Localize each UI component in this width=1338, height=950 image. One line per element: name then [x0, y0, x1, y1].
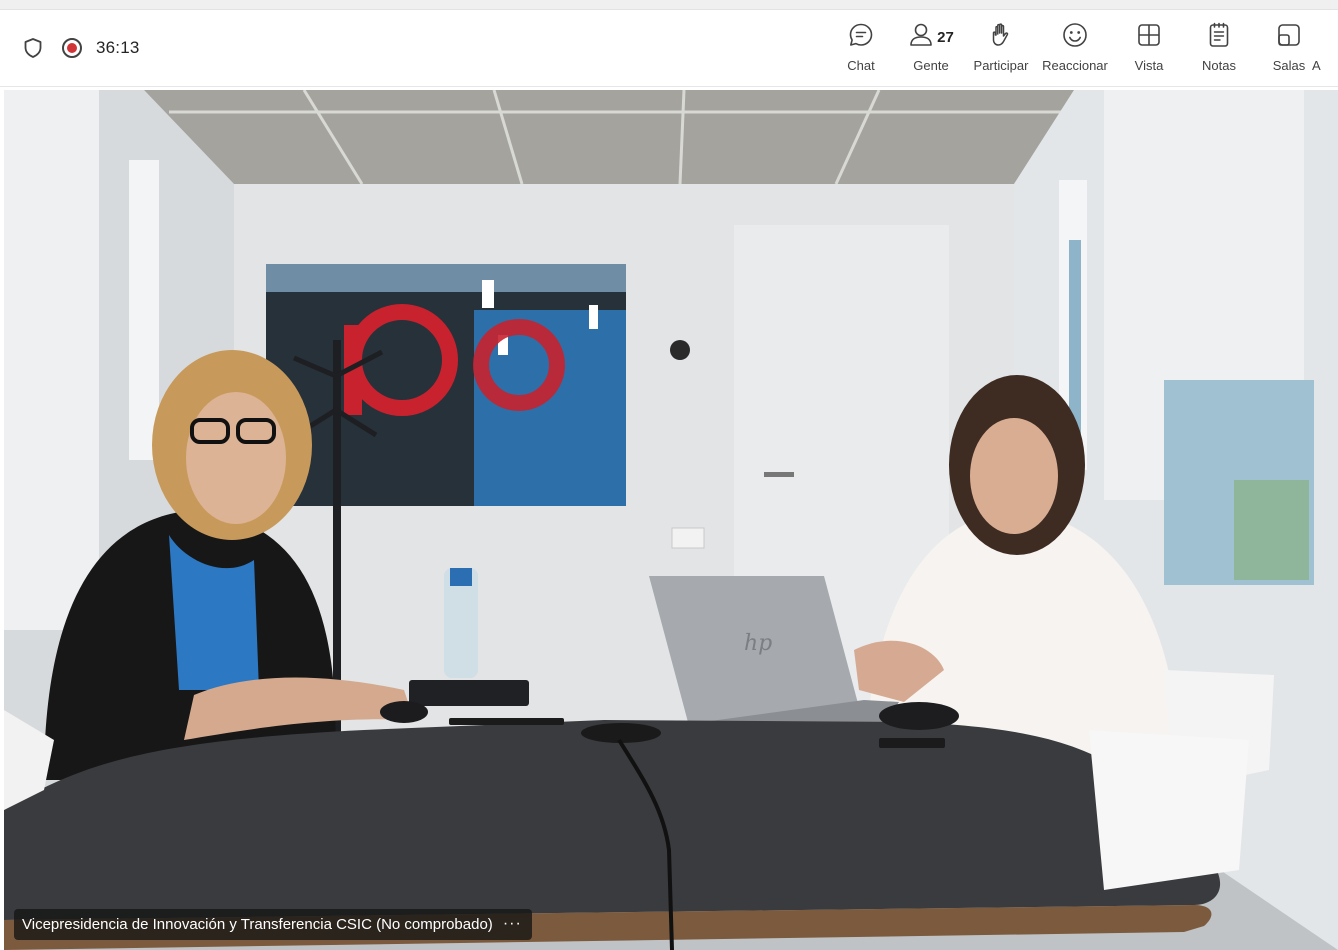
participant-name-tag: Vicepresidencia de Innovación y Transfer… [14, 909, 532, 940]
react-label: Reaccionar [1042, 58, 1108, 73]
view-button[interactable]: Vista [1114, 22, 1184, 78]
chat-button[interactable]: Chat [826, 22, 896, 78]
shield-icon[interactable] [22, 36, 44, 60]
people-button[interactable]: 27 Gente [896, 22, 966, 78]
chat-label: Chat [847, 58, 875, 73]
people-icon [908, 21, 934, 54]
window-top-strip [0, 0, 1338, 10]
raise-hand-label: Participar [973, 58, 1029, 73]
video-frame: hp [4, 90, 1338, 950]
recording-icon [62, 38, 82, 58]
people-label: Gente [913, 58, 949, 73]
more-options-button[interactable]: ··· [503, 915, 522, 933]
meeting-toolbar: 36:13 Chat 27 Gente Participar Reacciona… [0, 10, 1338, 87]
more-actions-button[interactable]: A [1312, 22, 1338, 78]
view-label: Vista [1134, 58, 1164, 73]
meeting-timer: 36:13 [96, 38, 140, 57]
rooms-icon [1275, 21, 1303, 54]
react-icon [1061, 21, 1089, 54]
view-icon [1135, 21, 1163, 54]
raise-hand-button[interactable]: Participar [966, 22, 1036, 78]
rooms-label: Salas [1272, 58, 1306, 73]
video-tile[interactable]: hp Vicepresidencia de Innovación y Trans… [4, 90, 1338, 950]
people-count: 27 [937, 28, 954, 46]
notes-button[interactable]: Notas [1184, 22, 1254, 78]
raise-hand-icon [988, 21, 1014, 54]
react-button[interactable]: Reaccionar [1040, 22, 1110, 78]
laptop-logo: hp [744, 631, 772, 656]
notes-label: Notas [1202, 58, 1236, 73]
chat-icon [847, 21, 875, 54]
meeting-status: 36:13 [22, 36, 140, 60]
participant-name: Vicepresidencia de Innovación y Transfer… [22, 915, 493, 933]
notes-icon [1206, 21, 1232, 54]
more-actions-label: A [1312, 58, 1321, 73]
